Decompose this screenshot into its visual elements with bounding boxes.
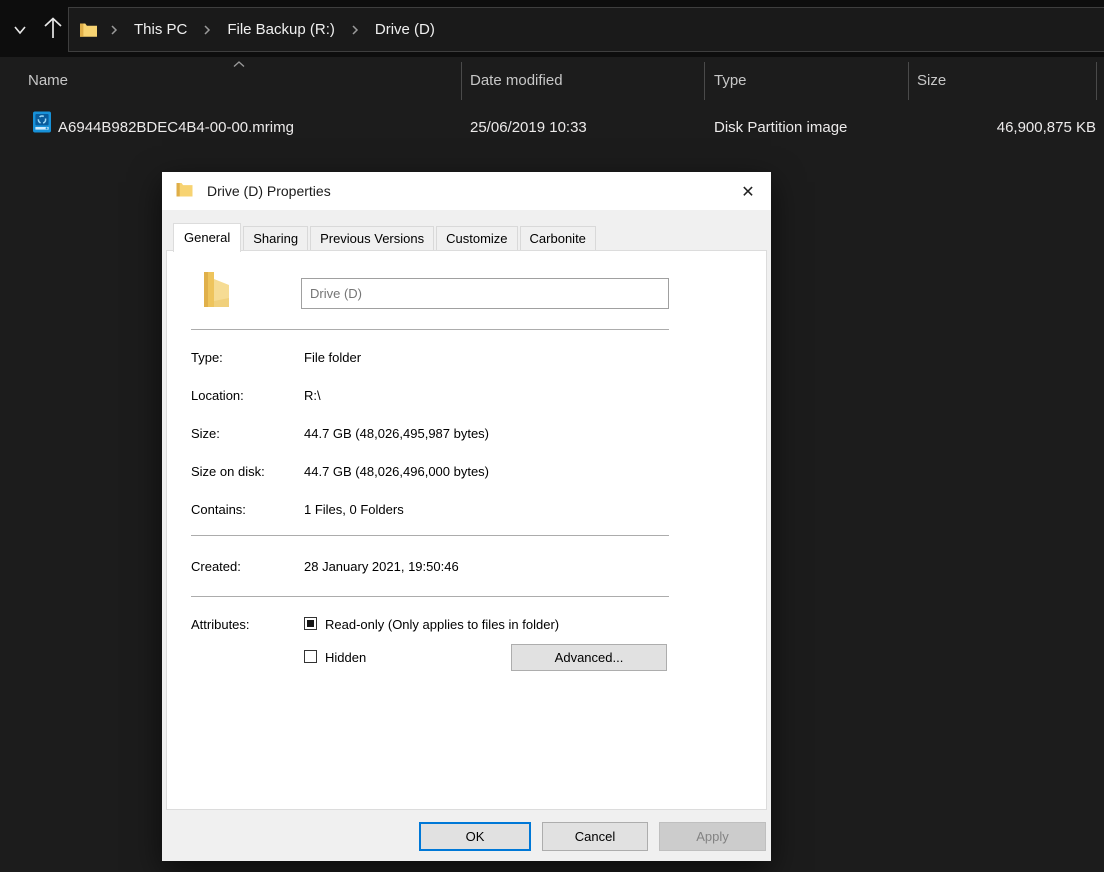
column-resize-handle[interactable] [704, 62, 705, 100]
file-date-modified[interactable]: 25/06/2019 10:33 [470, 119, 587, 136]
tab-previous-versions[interactable]: Previous Versions [310, 226, 435, 251]
column-resize-handle[interactable] [908, 62, 909, 100]
folder-icon [176, 182, 193, 200]
large-folder-icon [199, 271, 233, 311]
address-folder-icon [79, 22, 98, 38]
created-value: 28 January 2021, 19:50:46 [304, 559, 459, 574]
general-tab-page: Type: File folder Location: R:\ Size: 44… [166, 250, 767, 810]
separator [191, 329, 669, 330]
tab-general[interactable]: General [173, 223, 242, 252]
column-header-date-modified[interactable]: Date modified [470, 72, 563, 89]
up-arrow-icon[interactable] [40, 13, 66, 43]
separator [191, 535, 669, 536]
breadcrumb-item-drive-d[interactable]: Drive (D) [365, 8, 445, 51]
dialog-title: Drive (D) Properties [207, 183, 331, 199]
breadcrumb-item-file-backup[interactable]: File Backup (R:) [217, 8, 345, 51]
sort-ascending-icon [232, 55, 246, 73]
contains-label: Contains: [191, 502, 246, 517]
location-value: R:\ [304, 388, 321, 403]
dialog-tabs: General Sharing Previous Versions Custom… [173, 223, 598, 252]
close-icon[interactable]: ✕ [735, 179, 761, 203]
attributes-label: Attributes: [191, 617, 250, 632]
address-bar[interactable]: This PC File Backup (R:) Drive (D) [68, 7, 1104, 52]
disk-image-file-icon [32, 111, 52, 138]
dialog-titlebar[interactable]: Drive (D) Properties ✕ [162, 172, 771, 210]
file-type[interactable]: Disk Partition image [714, 119, 847, 136]
file-size[interactable]: 46,900,875 KB [900, 119, 1096, 136]
ok-button[interactable]: OK [419, 822, 531, 851]
size-label: Size: [191, 426, 220, 441]
recent-locations-chevron-icon[interactable] [8, 20, 32, 40]
explorer-window: { "explorer": { "toolbar": { "breadcrumb… [0, 0, 1104, 872]
breadcrumb-item-this-pc[interactable]: This PC [124, 8, 197, 51]
type-label: Type: [191, 350, 223, 365]
contains-value: 1 Files, 0 Folders [304, 502, 404, 517]
column-resize-handle[interactable] [1096, 62, 1097, 100]
advanced-button[interactable]: Advanced... [511, 644, 667, 671]
column-header-name[interactable]: Name [28, 72, 68, 89]
type-value: File folder [304, 350, 362, 365]
tab-carbonite[interactable]: Carbonite [519, 226, 596, 251]
explorer-toolbar: This PC File Backup (R:) Drive (D) [0, 0, 1104, 57]
size-on-disk-label: Size on disk: [191, 464, 265, 479]
column-header-size[interactable]: Size [917, 72, 946, 89]
location-label: Location: [191, 388, 244, 403]
separator [191, 596, 669, 597]
size-value: 44.7 GB (48,026,495,987 bytes) [304, 426, 490, 441]
column-resize-handle[interactable] [461, 62, 462, 100]
breadcrumb-chevron-icon[interactable] [104, 24, 124, 36]
cancel-button[interactable]: Cancel [542, 822, 648, 851]
tab-customize[interactable]: Customize [436, 226, 518, 251]
apply-button[interactable]: Apply [659, 822, 766, 851]
properties-dialog: Drive (D) Properties ✕ General Sharing P… [162, 172, 771, 861]
size-on-disk-value: 44.7 GB (48,026,496,000 bytes) [304, 464, 490, 479]
file-name[interactable]: A6944B982BDEC4B4-00-00.mrimg [58, 119, 294, 136]
tab-sharing[interactable]: Sharing [243, 226, 309, 251]
breadcrumb-chevron-icon[interactable] [345, 24, 365, 36]
hidden-checkbox[interactable] [304, 650, 317, 663]
breadcrumb-chevron-icon[interactable] [197, 24, 217, 36]
read-only-checkbox[interactable] [304, 617, 317, 630]
created-label: Created: [191, 559, 241, 574]
folder-name-input[interactable] [301, 278, 669, 309]
read-only-label[interactable]: Read-only (Only applies to files in fold… [325, 617, 559, 632]
hidden-label[interactable]: Hidden [325, 650, 366, 665]
column-header-type[interactable]: Type [714, 72, 747, 89]
